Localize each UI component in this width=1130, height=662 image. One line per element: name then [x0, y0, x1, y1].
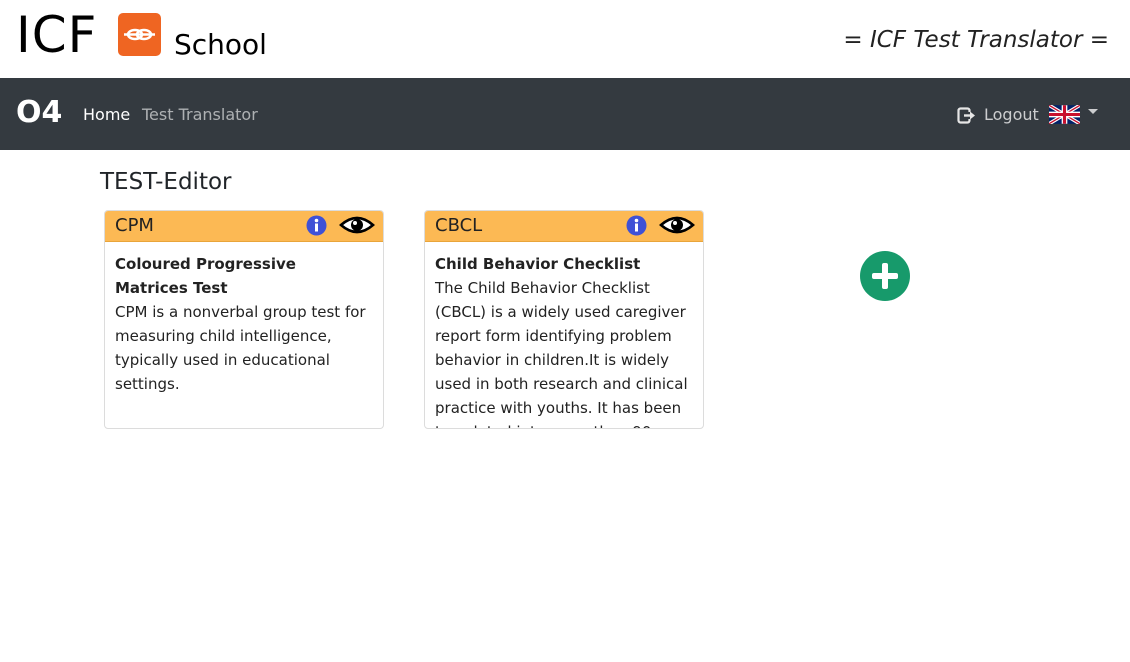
knot-logo-icon [118, 13, 161, 56]
logout-icon [957, 106, 975, 124]
page-title: TEST-Editor [100, 169, 232, 195]
test-card-cpm: CPM Coloured Progressive Matrices Test C… [104, 210, 384, 429]
nav-link-test-translator[interactable]: Test Translator [142, 104, 258, 126]
card-title: Coloured Progressive Matrices Test [115, 255, 296, 297]
logout-label: Logout [984, 105, 1039, 124]
card-code: CPM [115, 215, 154, 236]
test-card-cbcl: CBCL Child Behavior Checklist The Child … [424, 210, 704, 429]
language-dropdown[interactable] [1049, 105, 1098, 124]
card-body: Child Behavior Checklist The Child Behav… [425, 242, 703, 428]
info-icon[interactable] [626, 215, 647, 236]
card-body: Coloured Progressive Matrices Test CPM i… [105, 242, 383, 396]
card-header: CPM [105, 211, 383, 242]
logo-subtext: School [174, 28, 267, 61]
logout-button[interactable]: Logout [957, 104, 1039, 126]
eye-icon[interactable] [659, 213, 695, 237]
card-description: CPM is a nonverbal group test for measur… [115, 303, 366, 393]
eye-icon[interactable] [339, 213, 375, 237]
navbar: O4 Home Test Translator Logout [0, 78, 1130, 150]
card-code: CBCL [435, 215, 483, 236]
chevron-down-icon [1088, 109, 1098, 114]
logo-text: ICF [16, 6, 98, 64]
card-header: CBCL [425, 211, 703, 242]
card-title: Child Behavior Checklist [435, 255, 641, 273]
add-test-button[interactable] [860, 251, 910, 301]
info-icon[interactable] [306, 215, 327, 236]
nav-link-home[interactable]: Home [83, 104, 130, 126]
uk-flag-icon [1049, 105, 1080, 124]
navbar-brand[interactable]: O4 [16, 94, 62, 132]
card-description: The Child Behavior Checklist (CBCL) is a… [435, 279, 688, 428]
brand-header: ICF School = ICF Test Translator = [0, 0, 1130, 78]
app-title: = ICF Test Translator = [843, 27, 1109, 53]
